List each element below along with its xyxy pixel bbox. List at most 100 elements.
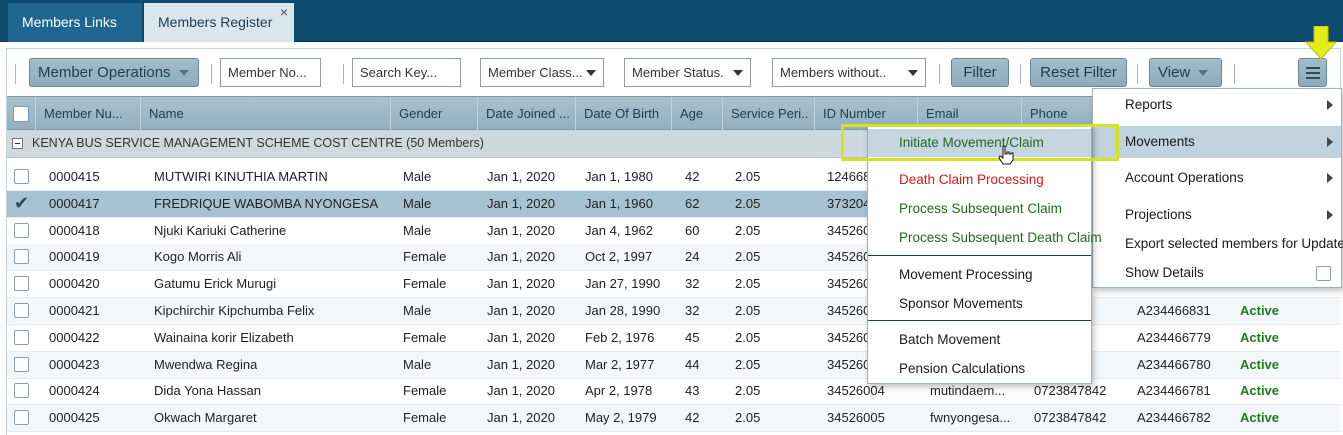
menu-item-reports[interactable]: Reports	[1093, 89, 1341, 121]
column-header-name[interactable]: Name	[141, 97, 391, 130]
member-class-select[interactable]: Member Class...	[480, 58, 604, 87]
cell-age: 45	[685, 329, 700, 345]
column-header-date-of-birth[interactable]: Date Of Birth	[576, 97, 672, 130]
chevron-right-icon	[1327, 210, 1333, 220]
cell-gender: Male	[403, 222, 432, 238]
row-checkbox[interactable]	[14, 249, 29, 265]
arrow-down-icon	[1305, 26, 1337, 60]
table-row[interactable]: 0000423 Mwendwa Regina Male Jan 1, 2020 Mar …	[7, 351, 1341, 379]
cell-id-number: 345260	[827, 303, 871, 318]
cell-gender: Female	[403, 249, 447, 265]
cell-gender: Male	[403, 195, 432, 211]
cell-gender: Female	[403, 276, 447, 292]
menu-item-account-operations[interactable]: Account Operations	[1093, 162, 1341, 194]
row-checkbox[interactable]	[14, 329, 29, 345]
submenu-item-sponsor-movements[interactable]: Sponsor Movements	[868, 290, 1091, 318]
chevron-down-icon	[1198, 70, 1209, 77]
submenu-item-batch-movement[interactable]: Batch Movement	[868, 326, 1091, 354]
menu-item-label: Projections	[1125, 207, 1192, 222]
cell-service-period: 2.05	[735, 383, 761, 399]
members-without-select[interactable]: Members without..	[772, 58, 926, 87]
show-details-checkbox[interactable]	[1316, 266, 1331, 281]
column-header-gender[interactable]: Gender	[391, 97, 478, 130]
toolbar-separator	[1137, 64, 1138, 84]
cell-member-number: 0000419	[49, 249, 100, 265]
members-without-label: Members without..	[780, 65, 887, 80]
menu-item-projections[interactable]: Projections	[1093, 199, 1341, 231]
submenu-item-movement-processing[interactable]: Movement Processing	[868, 261, 1091, 289]
reset-filter-button[interactable]: Reset Filter	[1030, 58, 1127, 87]
cell-age: 44	[685, 356, 700, 372]
collapse-icon[interactable]	[12, 138, 23, 149]
tab-members-links[interactable]: Members Links	[8, 3, 142, 42]
toolbar-separator	[1234, 64, 1235, 84]
cell-date-joined: Jan 1, 2020	[487, 356, 555, 372]
table-row[interactable]: 0000421 Kipchirchir Kipchumba Felix Male Ja…	[7, 298, 1341, 325]
member-status-select[interactable]: Member Status.	[624, 58, 751, 87]
menu-item-label: Export selected members for Update	[1125, 236, 1343, 251]
cell-gender: Female	[403, 329, 447, 345]
cell-member-number: 0000424	[49, 383, 100, 399]
cell-service-period: 2.05	[735, 303, 761, 318]
cell-date-of-birth: Jan 1, 1980	[585, 169, 653, 184]
cell-name: MUTWIRI KINUTHIA MARTIN	[154, 169, 328, 184]
submenu-item-process-subsequent-claim[interactable]: Process Subsequent Claim	[868, 195, 1091, 223]
column-header-date-joined[interactable]: Date Joined ...	[478, 97, 576, 130]
toolbar-separator	[211, 64, 212, 84]
row-checkbox[interactable]	[14, 410, 29, 426]
row-checkbox[interactable]	[14, 383, 29, 399]
cell-age: 43	[685, 383, 700, 399]
column-header-service-period[interactable]: Service Peri..	[723, 97, 815, 130]
filter-button[interactable]: Filter	[951, 58, 1009, 87]
table-row[interactable]: 0000425 Okwach Margaret Female Jan 1, 2020 M…	[7, 405, 1341, 433]
member-no-input[interactable]: Member No...	[220, 58, 321, 87]
cell-email: fwnyongesa...	[930, 410, 1011, 426]
cell-gender: Female	[403, 383, 447, 399]
menu-item-show-details[interactable]: Show Details	[1093, 257, 1341, 289]
cell-date-joined: Jan 1, 2020	[487, 222, 555, 238]
row-checkbox-checked[interactable]: ✔	[14, 194, 29, 212]
table-row[interactable]: 0000424 Dida Yona Hassan Female Jan 1, 2020…	[7, 378, 1341, 406]
view-button[interactable]: View	[1149, 58, 1222, 87]
column-header-member-number[interactable]: Member Nu...	[35, 97, 141, 130]
cell-name: Gatumu Erick Murugi	[154, 276, 277, 292]
cell-name: FREDRIQUE WABOMBA NYONGESA	[154, 195, 379, 211]
submenu-item-death-claim-processing[interactable]: Death Claim Processing	[868, 166, 1091, 194]
cell-account-number: A234466779	[1137, 329, 1211, 345]
member-status-label: Member Status.	[632, 65, 724, 80]
table-row[interactable]: 0000422 Wainaina korir Elizabeth Female Jan…	[7, 325, 1341, 352]
cell-status: Active	[1240, 329, 1280, 345]
column-header-age[interactable]: Age	[672, 97, 723, 130]
submenu-item-process-subsequent-death-claim[interactable]: Process Subsequent Death Claim	[868, 224, 1102, 252]
cell-gender: Male	[403, 303, 432, 318]
cell-member-number: 0000415	[49, 169, 100, 184]
cell-service-period: 2.05	[735, 195, 761, 211]
hamburger-menu-icon[interactable]	[1298, 58, 1327, 87]
tab-members-register[interactable]: Members Register ×	[144, 3, 294, 42]
cell-date-of-birth: Apr 2, 1978	[585, 383, 653, 399]
cell-member-number: 0000423	[49, 356, 100, 372]
row-checkbox[interactable]	[14, 356, 29, 372]
cell-name: Njuki Kariuki Catherine	[154, 222, 287, 238]
row-checkbox[interactable]	[14, 303, 29, 318]
member-class-label: Member Class...	[488, 65, 583, 80]
row-checkbox[interactable]	[14, 276, 29, 292]
search-key-input[interactable]: Search Key...	[352, 58, 461, 87]
cell-date-joined: Jan 1, 2020	[487, 410, 555, 426]
menu-item-export-selected[interactable]: Export selected members for Update	[1093, 228, 1343, 260]
row-checkbox[interactable]	[14, 222, 29, 238]
menu-item-movements[interactable]: Movements	[1093, 126, 1341, 158]
select-all-checkbox[interactable]	[13, 106, 29, 122]
cell-date-of-birth: May 2, 1979	[585, 410, 657, 426]
toolbar-separator	[343, 64, 344, 84]
member-operations-button[interactable]: Member Operations	[29, 58, 199, 87]
row-checkbox[interactable]	[14, 169, 29, 184]
cell-age: 60	[685, 222, 700, 238]
cell-date-joined: Jan 1, 2020	[487, 169, 555, 184]
cell-member-number: 0000425	[49, 410, 100, 426]
submenu-item-pension-calculations[interactable]: Pension Calculations	[868, 355, 1091, 383]
cell-date-joined: Jan 1, 2020	[487, 329, 555, 345]
close-icon[interactable]: ×	[280, 0, 288, 32]
cell-status: Active	[1240, 410, 1280, 426]
menu-item-label: Account Operations	[1125, 170, 1244, 185]
